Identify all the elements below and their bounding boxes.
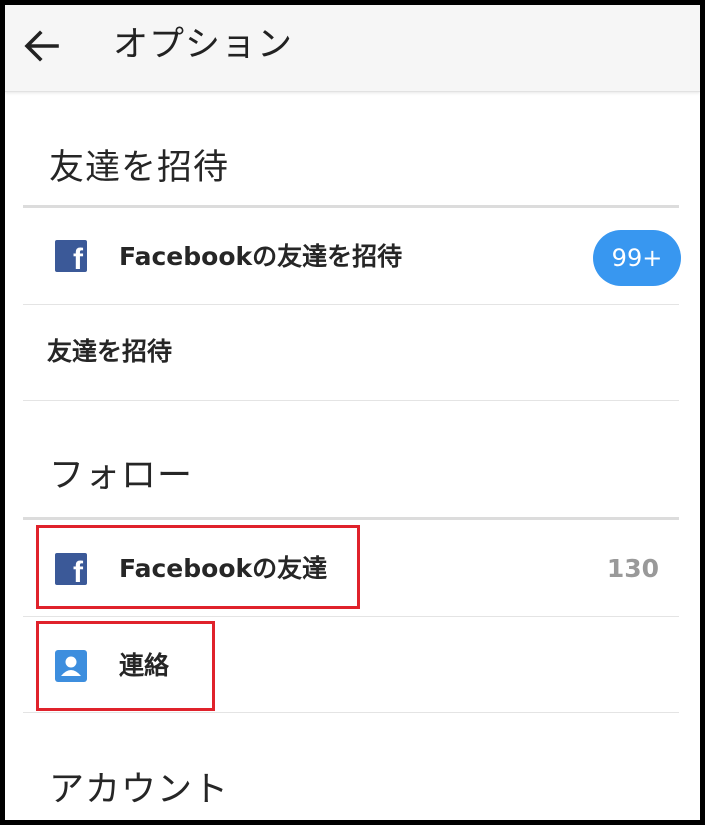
facebook-icon: f bbox=[55, 240, 87, 272]
row-label: 友達を招待 bbox=[47, 337, 173, 366]
section-header-account: アカウント bbox=[49, 770, 230, 810]
top-bar: オプション bbox=[5, 5, 700, 92]
highlight-box bbox=[36, 621, 215, 711]
row-divider bbox=[23, 400, 679, 401]
page-title: オプション bbox=[113, 25, 294, 65]
row-label: Facebookの友達を招待 bbox=[119, 242, 403, 271]
highlight-box bbox=[36, 525, 360, 609]
row-divider bbox=[23, 712, 679, 713]
arrow-left-icon bbox=[24, 30, 59, 62]
invite-facebook-friends-row[interactable]: f Facebookの友達を招待 99+ bbox=[23, 208, 681, 304]
app-screen: オプション 友達を招待 f Facebookの友達を招待 99+ 友達を招待 フ… bbox=[0, 0, 705, 825]
back-button[interactable] bbox=[19, 23, 65, 69]
invite-friends-row[interactable]: 友達を招待 bbox=[23, 305, 679, 400]
section-header-follow: フォロー bbox=[49, 456, 194, 496]
notification-badge: 99+ bbox=[593, 230, 681, 286]
friend-count: 130 bbox=[606, 554, 659, 583]
section-header-invite: 友達を招待 bbox=[49, 148, 230, 188]
